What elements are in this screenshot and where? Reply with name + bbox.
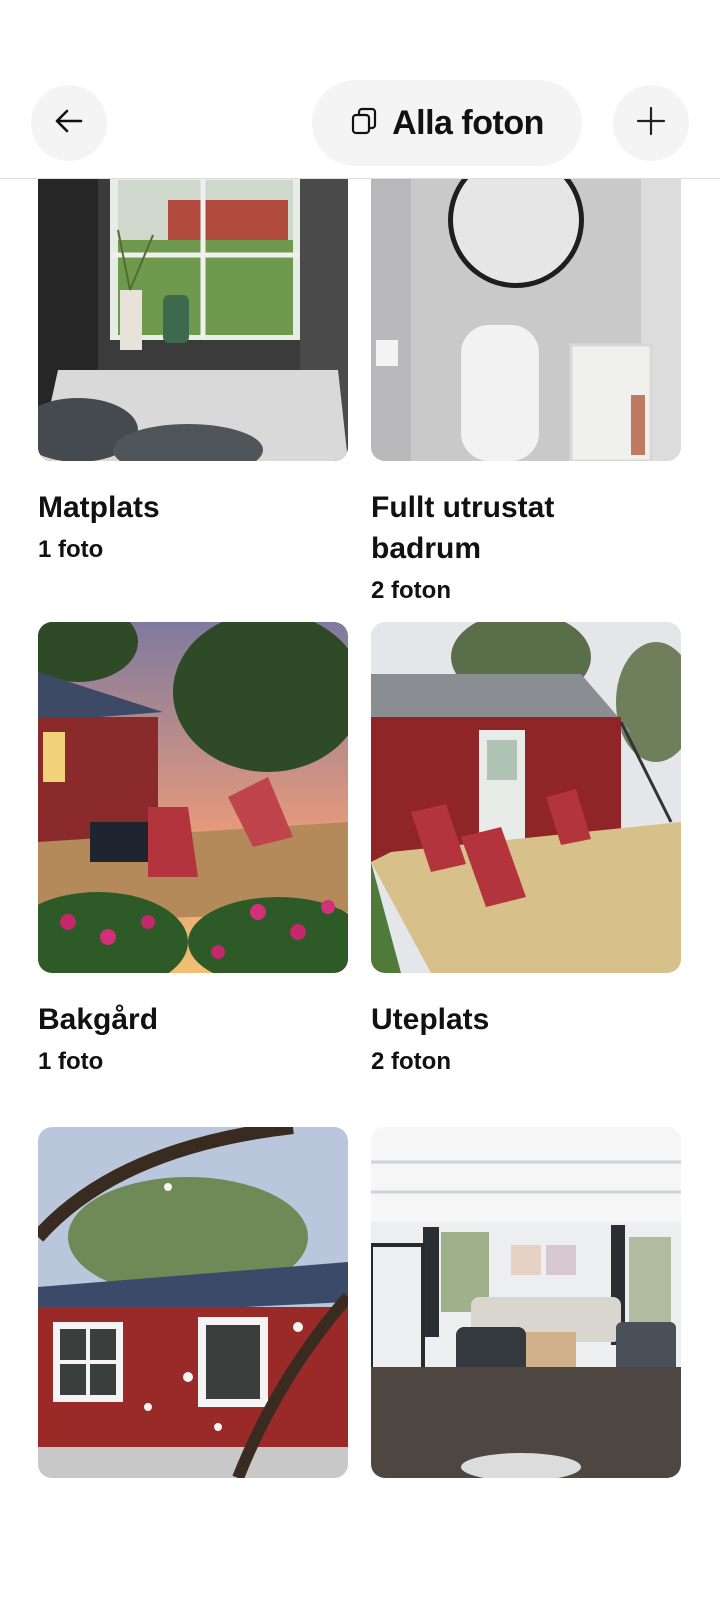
back-button[interactable] (31, 85, 107, 161)
photo-count: 1 foto (38, 1048, 104, 1075)
photo-category-card[interactable]: Uteplats 2 foton (371, 622, 681, 1076)
category-title: Bakgård (38, 1003, 159, 1036)
top-bar: Alla foton (0, 0, 720, 179)
exterior-photo (38, 1127, 348, 1478)
photo-count: 2 foton (371, 1048, 451, 1075)
category-photo[interactable] (371, 622, 681, 973)
living-room-photo (371, 1127, 681, 1478)
photo-category-card[interactable] (371, 1127, 681, 1504)
category-title: Fullt utrustat badrum (371, 491, 555, 565)
category-photo[interactable] (38, 1127, 348, 1478)
category-photo[interactable] (38, 622, 348, 973)
photo-count: 2 foton (371, 577, 451, 604)
photo-stack-icon (350, 106, 380, 141)
category-title: Matplats (38, 491, 160, 524)
category-title: Uteplats (371, 1003, 490, 1036)
add-button[interactable] (613, 85, 689, 161)
photo-count: 1 foto (38, 536, 104, 563)
all-photos-label: Alla foton (392, 103, 544, 142)
photo-category-card[interactable]: Bakgård 1 foto (38, 622, 348, 1076)
category-photo[interactable] (371, 1127, 681, 1478)
patio-photo (371, 622, 681, 973)
all-photos-button[interactable]: Alla foton (312, 80, 582, 166)
arrow-left-icon (53, 105, 85, 142)
backyard-photo (38, 622, 348, 973)
photo-category-card[interactable]: Fullt utrustat badrum 2 foton (371, 110, 681, 605)
plus-icon (635, 105, 667, 142)
photo-category-card[interactable] (38, 1127, 348, 1504)
